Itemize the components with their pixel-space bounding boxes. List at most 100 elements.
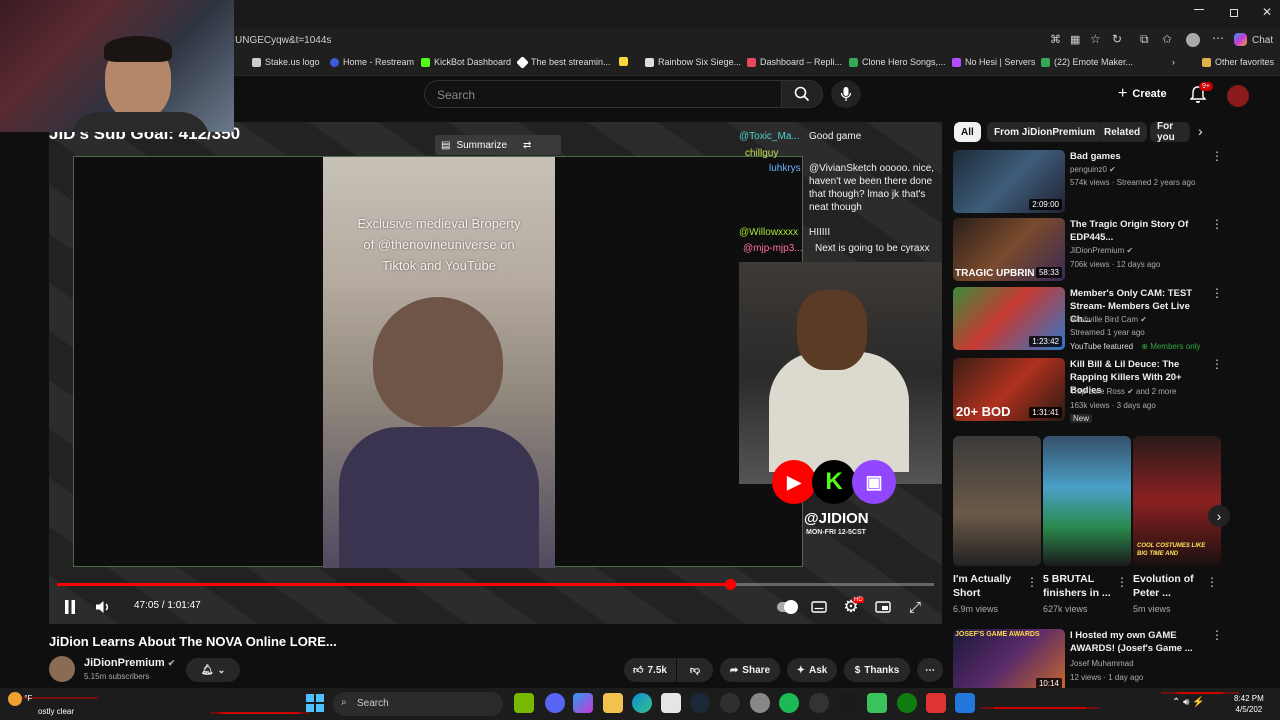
more-options-icon[interactable]: ⋮ <box>1211 218 1223 230</box>
video-thumbnail[interactable]: 20+ BOD 1:31:41 <box>953 358 1065 421</box>
recommendation-item[interactable]: 20+ BOD 1:31:41 Kill Bill & Lil Deuce: T… <box>953 358 1223 423</box>
chip-from-channel[interactable]: From JiDionPremium <box>987 122 1103 142</box>
refresh-icon[interactable]: ↻ <box>1112 32 1122 46</box>
summarize-button[interactable]: ▤ Summarize ⇄ <box>435 135 561 155</box>
bookmark-streaming[interactable]: The best streamin... <box>516 55 611 69</box>
weather-widget[interactable]: °F ostly clear <box>8 692 74 717</box>
short-thumbnail[interactable] <box>953 436 1041 566</box>
profile-avatar[interactable] <box>1186 33 1200 47</box>
video-title[interactable]: The Tragic Origin Story Of EDP445... <box>1070 218 1205 244</box>
chip-related[interactable]: Related <box>1097 122 1148 142</box>
other-favorites[interactable]: Other favorites <box>1202 57 1274 67</box>
restore-button[interactable] <box>1230 9 1238 17</box>
channel-name[interactable]: penguinz0 ✔ <box>1070 165 1116 174</box>
recommendation-item[interactable]: JOSEF'S GAME AWARDS 10:14 I Hosted my ow… <box>953 629 1223 693</box>
bookmark-kickbot[interactable]: KickBot Dashboard <box>421 57 511 67</box>
more-options-icon[interactable]: ⋮ <box>1211 150 1223 162</box>
bookmark-stake[interactable]: Stake.us logo <box>252 57 320 67</box>
nvidia-app-icon[interactable] <box>514 693 534 713</box>
video-title[interactable]: I Hosted my own GAME AWARDS! (Josef's Ga… <box>1070 629 1205 655</box>
translate-icon[interactable]: ⌘ <box>1050 33 1061 46</box>
red-app-icon[interactable] <box>926 693 946 713</box>
video-player[interactable]: JID's Sub Goal: 412/350 Exclusive mediev… <box>49 122 942 624</box>
voice-search-button[interactable] <box>831 80 861 108</box>
search-input[interactable]: Search <box>424 80 782 108</box>
progress-bar[interactable] <box>57 579 934 590</box>
blue-app-icon[interactable] <box>955 693 975 713</box>
channel-name[interactable]: JiDionPremium ✔ <box>84 657 175 669</box>
channel-name[interactable]: JiDionPremium ✔ <box>1070 246 1133 255</box>
subtitles-button[interactable] <box>808 596 830 618</box>
settings-button[interactable]: ⚙ HD <box>840 596 864 618</box>
bookmark-r6[interactable]: Rainbow Six Siege... <box>645 57 741 67</box>
bookmark-replit[interactable]: Dashboard – Repli... <box>747 57 842 67</box>
chip-all[interactable]: All <box>954 122 981 142</box>
subscription-bell-button[interactable]: 🔔︎ ⌄ <box>186 658 240 682</box>
discord-app-icon[interactable] <box>545 693 565 713</box>
chat-label[interactable]: Chat <box>1252 35 1273 46</box>
copilot-app-icon[interactable] <box>573 693 593 713</box>
share-button[interactable]: ➦ Share <box>720 658 780 682</box>
channel-name[interactable]: Nashville Bird Cam ✔ <box>1070 315 1147 324</box>
bookmark-nohesi[interactable]: No Hesi | Servers <box>952 57 1035 67</box>
bookmark-yellow[interactable] <box>619 57 628 66</box>
more-actions-button[interactable]: ⋯ <box>917 658 943 682</box>
more-options-icon[interactable]: ⋮ <box>1206 576 1218 588</box>
shorts-next-button[interactable]: › <box>1208 505 1230 527</box>
channel-name[interactable]: Trap Lore Ross ✔ and 2 more <box>1070 387 1176 396</box>
bookmark-clonehero[interactable]: Clone Hero Songs,... <box>849 57 946 67</box>
more-menu-icon[interactable]: ⋯ <box>1212 31 1224 45</box>
short-thumbnail[interactable] <box>1043 436 1131 566</box>
like-button[interactable]: 👍︎ 7.5k <box>624 658 676 682</box>
dislike-button[interactable]: 👎︎ <box>677 658 713 682</box>
extensions-icon[interactable]: ⧉ <box>1140 32 1149 47</box>
channel-name[interactable]: Josef Muhammad <box>1070 659 1134 668</box>
fourk-app-icon[interactable] <box>809 693 829 713</box>
bookmark-restream[interactable]: Home - Restream <box>330 57 414 67</box>
channel-avatar[interactable] <box>49 656 75 682</box>
fullscreen-button[interactable]: ⤢ <box>904 596 926 618</box>
chips-next-icon[interactable]: › <box>1198 123 1203 139</box>
steam-app-icon[interactable] <box>690 693 710 713</box>
start-button[interactable] <box>306 694 324 712</box>
volume-button[interactable] <box>92 596 114 618</box>
short-title[interactable]: 5 BRUTAL finishers in ... <box>1043 572 1113 600</box>
video-title[interactable]: Bad games <box>1070 150 1205 163</box>
video-thumbnail[interactable]: JOSEF'S GAME AWARDS 10:14 <box>953 629 1065 692</box>
miniplayer-button[interactable] <box>872 596 894 618</box>
system-tray[interactable]: ⌃ 🔊︎ ⚡ <box>1172 697 1205 708</box>
obs-app-icon[interactable] <box>720 693 740 713</box>
recommendation-item[interactable]: 2:09:00 Bad games penguinz0 ✔ 574k views… <box>953 150 1223 214</box>
autoplay-toggle[interactable] <box>776 596 798 618</box>
settings-app-icon[interactable] <box>750 693 770 713</box>
file-explorer-icon[interactable] <box>603 693 623 713</box>
video-app-icon[interactable] <box>838 693 858 713</box>
more-options-icon[interactable]: ⋮ <box>1116 576 1128 588</box>
short-title[interactable]: I'm Actually Short <box>953 572 1025 600</box>
video-thumbnail[interactable]: 1:23:42 <box>953 287 1065 350</box>
pause-button[interactable] <box>59 596 81 618</box>
reader-icon[interactable]: ▦ <box>1070 33 1080 46</box>
account-avatar[interactable] <box>1227 85 1249 107</box>
create-button[interactable]: + Create <box>1118 81 1176 107</box>
taskbar-search-input[interactable]: ⌕ Search <box>333 692 503 716</box>
search-button[interactable] <box>781 80 823 108</box>
thanks-button[interactable]: $ Thanks <box>844 658 910 682</box>
xbox-app-icon[interactable] <box>897 693 917 713</box>
short-title[interactable]: Evolution of Peter ... <box>1133 572 1203 600</box>
edge-browser-icon[interactable] <box>632 693 652 713</box>
bookmark-emote[interactable]: (22) Emote Maker... <box>1041 57 1133 67</box>
more-options-icon[interactable]: ⋮ <box>1211 287 1223 299</box>
recommendation-item[interactable]: TRAGIC UPBRIN 58:33 The Tragic Origin St… <box>953 218 1223 282</box>
more-options-icon[interactable]: ⋮ <box>1211 358 1223 370</box>
more-options-icon[interactable]: ⋮ <box>1211 629 1223 641</box>
recommendation-item[interactable]: 1:23:42 Member's Only CAM: TEST Stream- … <box>953 287 1223 351</box>
store-app-icon[interactable] <box>661 693 681 713</box>
ask-button[interactable]: ✦ Ask <box>787 658 837 682</box>
short-thumbnail[interactable]: COOL COSTUMES LIKE BIG TIME AND <box>1133 436 1221 566</box>
favorites-icon[interactable]: ✩ <box>1162 32 1172 46</box>
more-options-icon[interactable]: ⋮ <box>1026 576 1038 588</box>
close-window-button[interactable]: ✕ <box>1262 5 1272 19</box>
minimize-button[interactable] <box>1194 9 1204 10</box>
copilot-icon[interactable] <box>1234 33 1247 46</box>
